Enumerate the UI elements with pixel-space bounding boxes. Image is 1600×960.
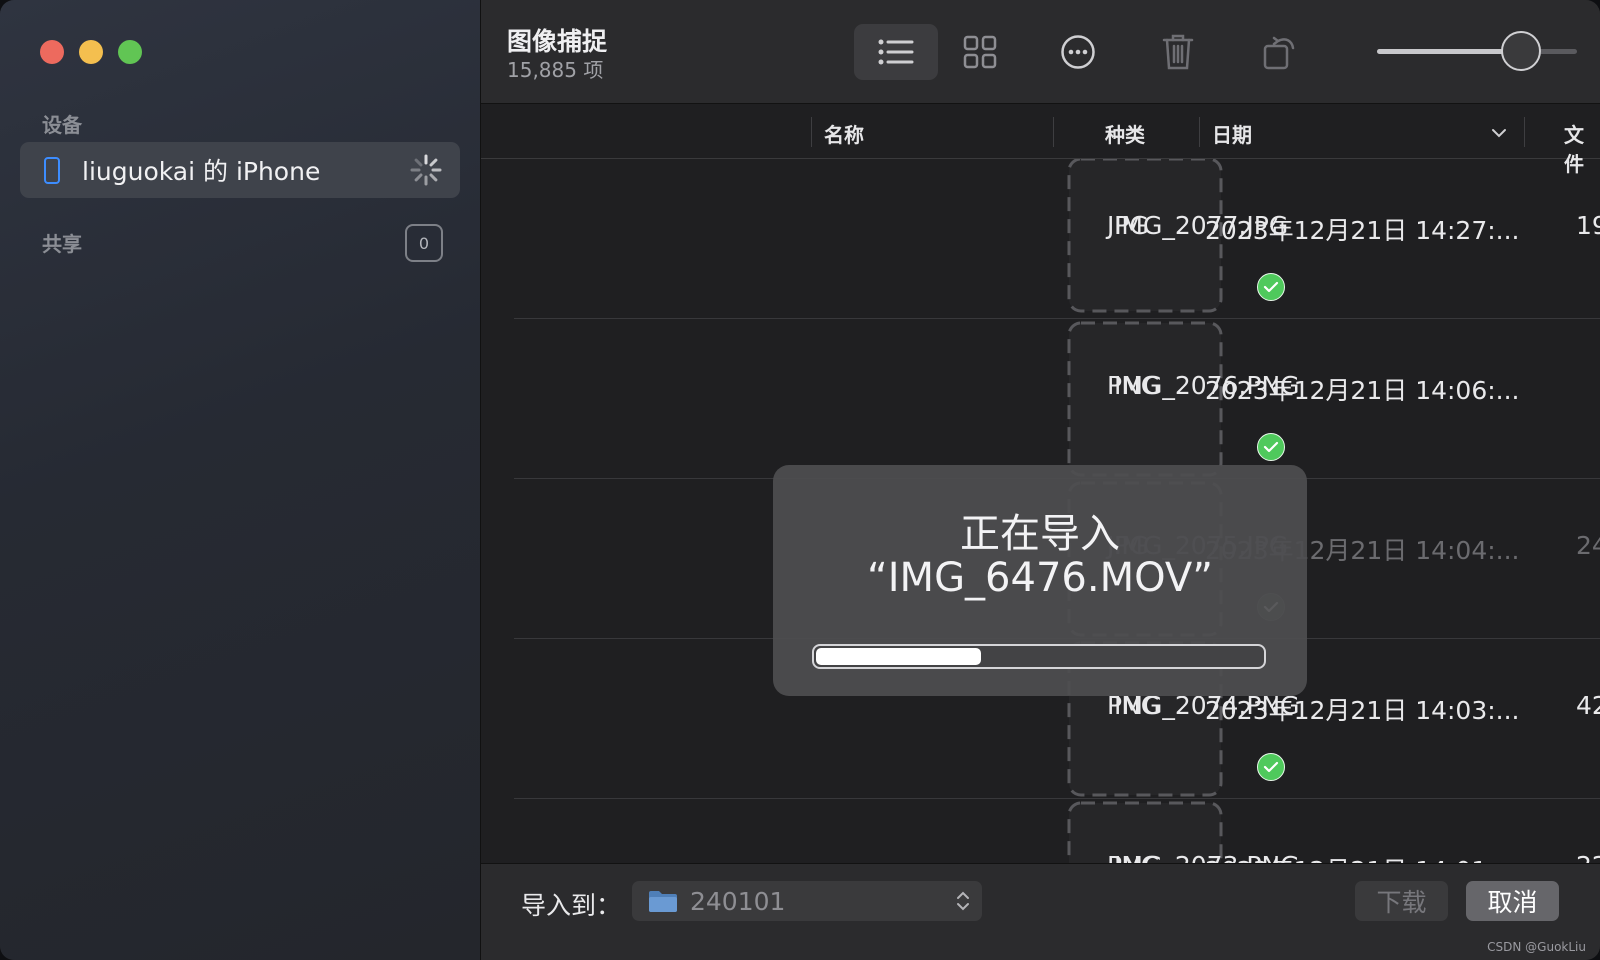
table-row[interactable]: IMG_2073.PNGPNG2023年12月21日 14:01:...22 — [514, 799, 1600, 863]
delete-button[interactable] — [1136, 24, 1220, 80]
zoom-window-button[interactable] — [118, 40, 142, 64]
more-icon — [1061, 35, 1095, 69]
window-controls — [40, 40, 142, 64]
file-date: 2023年12月21日 14:06:... — [1205, 376, 1520, 405]
column-header-name[interactable]: 名称 — [824, 119, 864, 148]
column-header-date[interactable]: 日期 — [1212, 119, 1252, 148]
column-divider — [1524, 117, 1525, 147]
file-size: 19 — [1576, 211, 1600, 240]
import-folder-name: 240101 — [690, 886, 786, 916]
imported-check-icon — [1257, 433, 1285, 461]
import-progress-panel: 正在导入 “IMG_6476.MOV” — [773, 465, 1307, 696]
table-row[interactable]: IMG_2076.PNG PNG 2023年12月21日 14:06:... — [514, 319, 1600, 479]
devices-section-header: 设备 — [42, 113, 82, 137]
sort-chevron-down-icon[interactable] — [1491, 128, 1507, 138]
sidebar-item-iphone[interactable]: liuguokai 的 iPhone — [20, 142, 460, 198]
updown-chevron-icon — [957, 891, 969, 911]
file-size: 24 — [1576, 531, 1600, 560]
minimize-window-button[interactable] — [79, 40, 103, 64]
folder-icon — [649, 891, 677, 912]
list-view-button[interactable] — [854, 24, 938, 80]
import-progress-bar — [812, 644, 1266, 669]
column-header-kind[interactable]: 种类 — [1105, 119, 1145, 148]
imported-check-icon — [1257, 753, 1285, 781]
sidebar: 设备 liuguokai 的 iPhone 共享 0 — [0, 0, 481, 960]
column-divider — [1053, 117, 1054, 147]
cancel-button[interactable]: 取消 — [1466, 881, 1559, 921]
trash-icon — [1162, 34, 1194, 70]
table-header: 名称 种类 日期 文件 — [481, 105, 1600, 176]
rotate-icon — [1263, 36, 1295, 70]
file-date: 2023年12月21日 14:03:... — [1205, 696, 1520, 725]
loading-spinner-icon — [410, 154, 442, 186]
file-kind: PNG — [1107, 851, 1160, 863]
file-date: 2023年12月21日 14:01:... — [1205, 851, 1520, 863]
importing-label: 正在导入 — [960, 511, 1120, 557]
imported-check-icon — [1257, 273, 1285, 301]
shared-count-badge: 0 — [405, 224, 443, 262]
download-button[interactable]: 下载 — [1355, 881, 1448, 921]
file-kind: PNG — [1107, 371, 1161, 400]
import-progress-fill — [816, 648, 981, 665]
grid-view-button[interactable] — [938, 24, 1022, 80]
window-title: 图像捕捉 — [507, 27, 608, 56]
import-folder-select[interactable]: 240101 — [632, 881, 982, 921]
rotate-button[interactable] — [1238, 24, 1322, 80]
shared-section-header: 共享 — [42, 232, 82, 256]
device-name-label: liuguokai 的 iPhone — [82, 157, 321, 186]
import-to-label: 导入到： — [521, 891, 622, 920]
file-date: 2023年12月21日 14:27:... — [1205, 216, 1520, 245]
table-row[interactable]: IMG_2077.JPG JPG 2023年12月21日 14:27:... 19 — [514, 159, 1600, 319]
watermark: CSDN @GuokLiu — [1487, 940, 1586, 954]
close-window-button[interactable] — [40, 40, 64, 64]
toolbar: 图像捕捉 15,885 项 — [481, 0, 1600, 104]
thumbnail-size-slider[interactable] — [1377, 49, 1577, 54]
column-divider — [811, 117, 812, 147]
bottom-bar: 导入到： 240101 下载 取消 CSDN @GuokLiu — [481, 863, 1600, 960]
grid-view-icon — [963, 35, 997, 69]
iphone-icon — [44, 156, 60, 184]
thumbnail-size-slider-knob[interactable] — [1501, 31, 1541, 71]
thumbnail-size-slider-fill — [1377, 49, 1521, 54]
importing-file-name: “IMG_6476.MOV” — [867, 555, 1213, 601]
item-count: 15,885 项 — [507, 58, 604, 82]
more-options-button[interactable] — [1036, 24, 1120, 80]
file-size: 22 — [1576, 851, 1600, 863]
column-divider — [1199, 117, 1200, 147]
file-size: 42 — [1576, 691, 1600, 720]
image-capture-window: 设备 liuguokai 的 iPhone 共享 0 图像捕捉 15,885 项… — [0, 0, 1600, 960]
file-kind: JPG — [1107, 211, 1149, 240]
list-view-icon — [878, 39, 914, 65]
